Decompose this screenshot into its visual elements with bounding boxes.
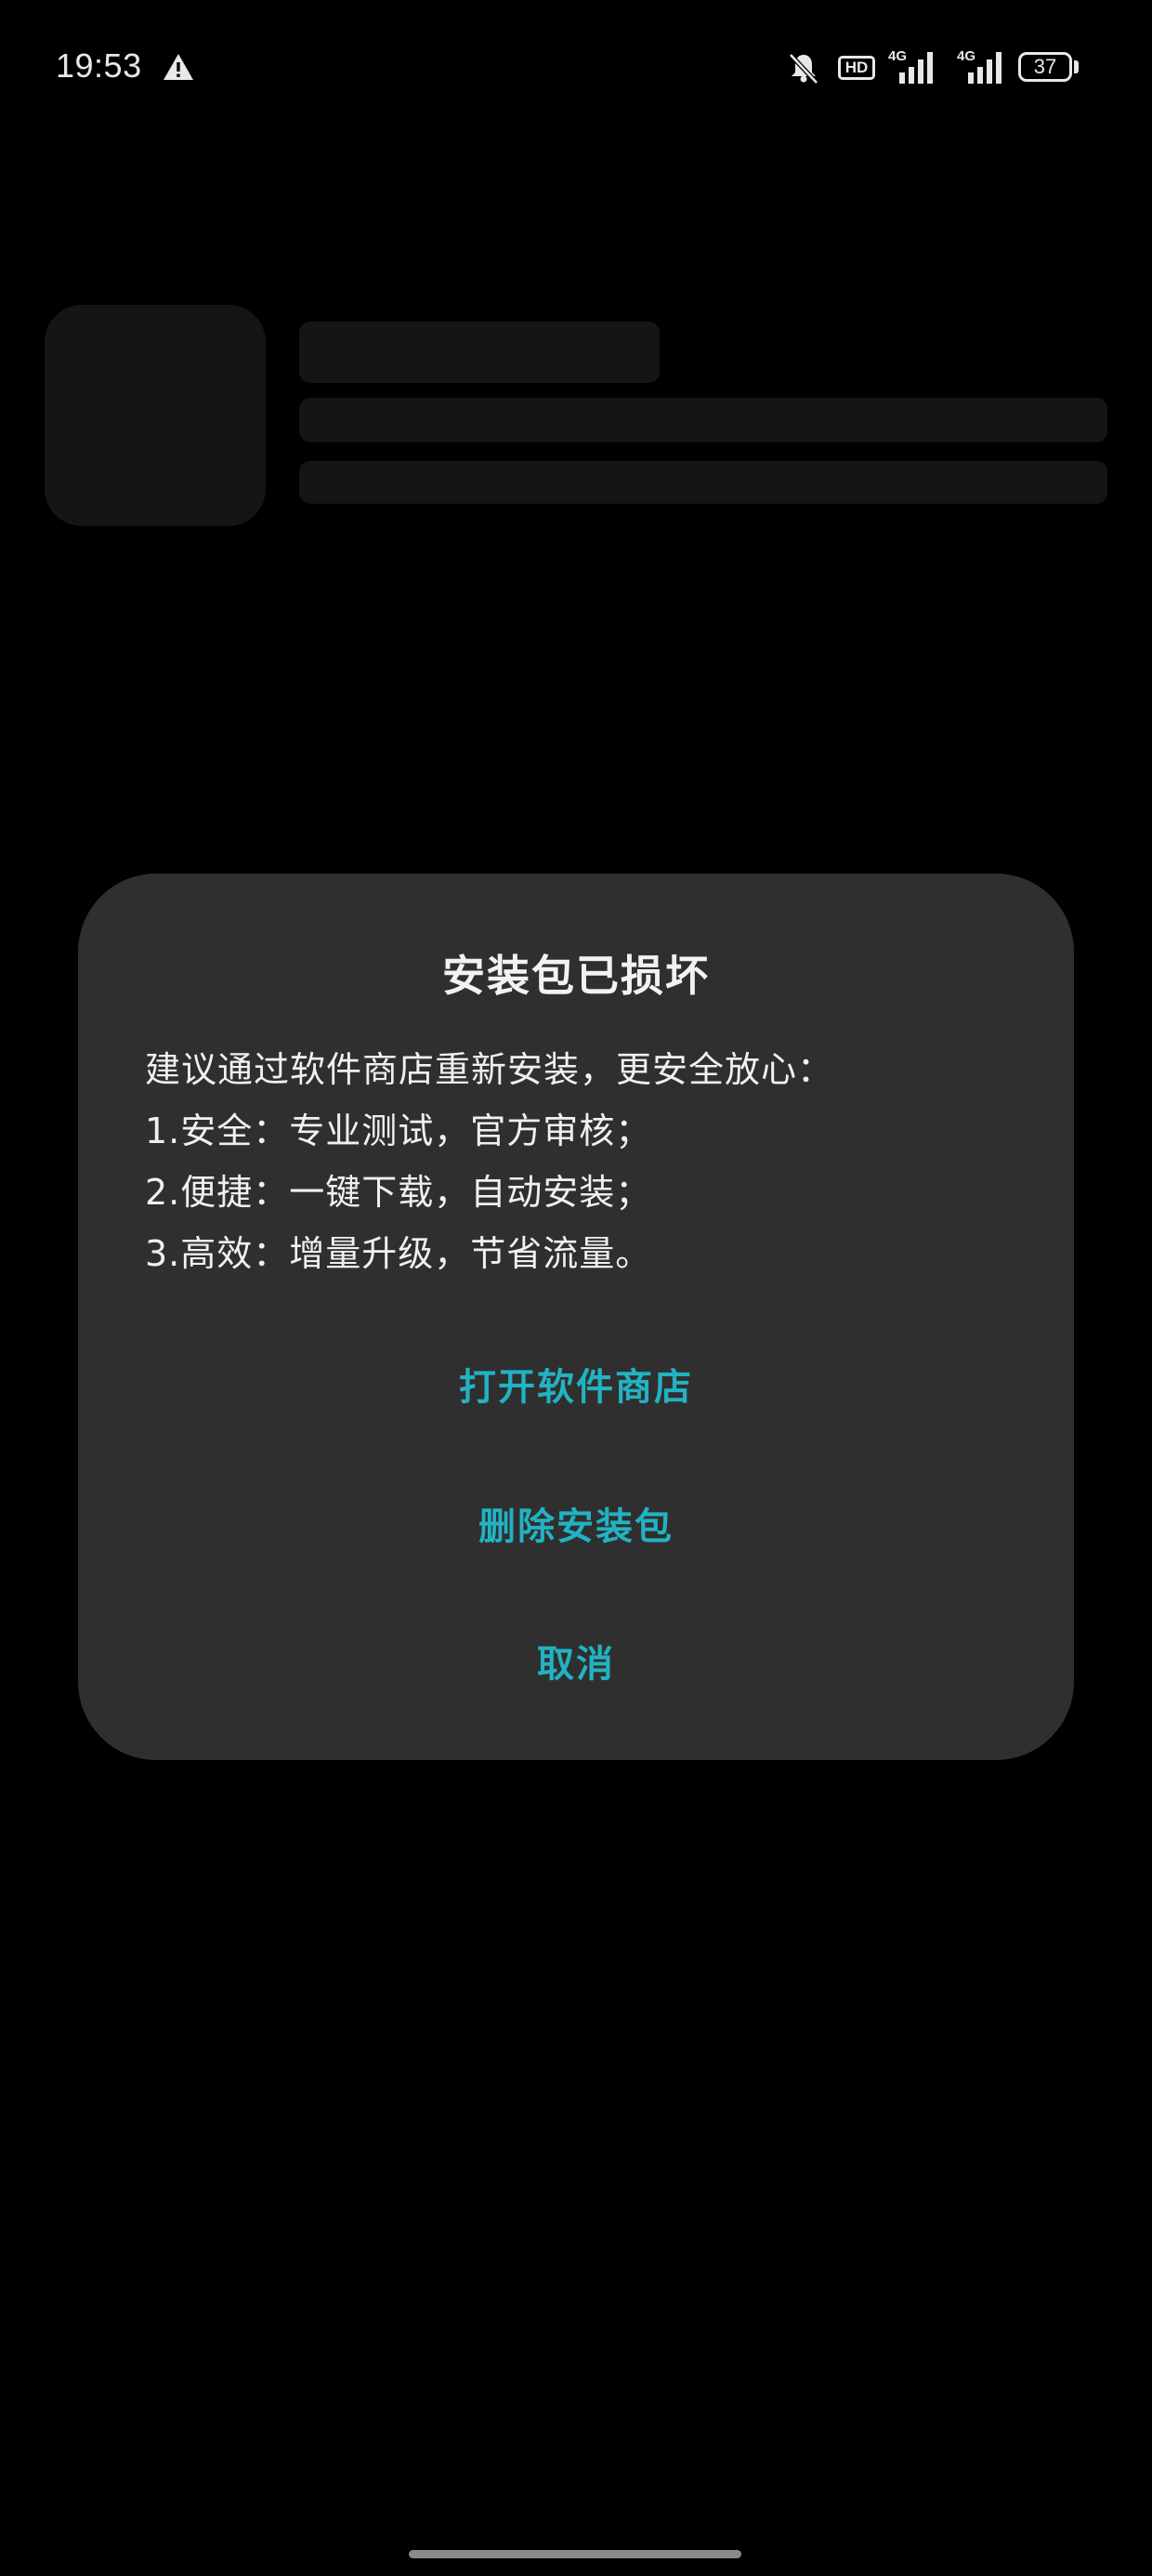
cancel-button[interactable]: 取消 [78,1634,1074,1688]
app-info-placeholder [299,461,1107,504]
mute-bell-icon [789,53,818,85]
delete-package-button[interactable]: 删除安装包 [78,1496,1074,1550]
dialog-message: 建议通过软件商店重新安装，更安全放心： 1.安全：专业测试，官方审核； 2.便捷… [145,1039,1018,1284]
message-line: 2.便捷：一键下载，自动安装； [145,1172,652,1213]
battery-icon: 37 [1018,52,1072,82]
status-time: 19:53 [56,46,142,85]
message-line: 建议通过软件商店重新安装，更安全放心： [145,1049,834,1090]
battery-tip [1074,60,1079,73]
message-line: 3.高效：增量升级，节省流量。 [145,1233,652,1274]
home-indicator[interactable] [409,2550,741,2558]
message-line: 1.安全：专业测试，官方审核； [145,1111,652,1151]
signal-4g-icon: 4G [957,48,1007,85]
hd-icon: HD [838,56,875,80]
warning-icon [164,54,193,80]
app-info-placeholder [299,398,1107,442]
app-icon-placeholder [45,305,266,526]
app-name-placeholder [299,322,660,383]
corrupted-package-dialog: 安装包已损坏 建议通过软件商店重新安装，更安全放心： 1.安全：专业测试，官方审… [78,874,1074,1760]
status-bar: 19:53 HD 4G 4G 37 [0,0,1152,139]
open-app-store-button[interactable]: 打开软件商店 [78,1357,1074,1411]
dialog-title: 安装包已损坏 [442,951,710,1001]
signal-4g-icon: 4G [888,48,938,85]
